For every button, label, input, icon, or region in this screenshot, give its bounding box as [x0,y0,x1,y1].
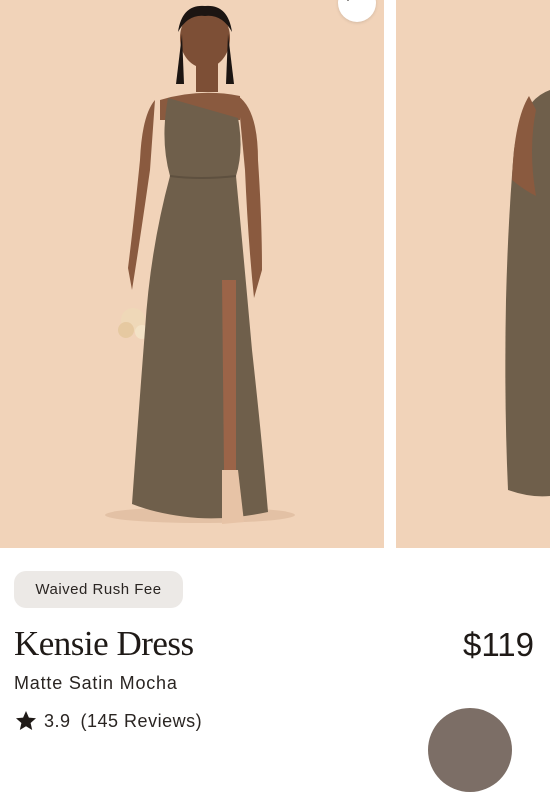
product-image-gallery[interactable] [0,0,550,548]
star-icon [16,711,36,730]
status-badge: Waived Rush Fee [14,571,183,608]
product-title: Kensie Dress [14,624,194,663]
heart-icon [347,0,349,1]
color-swatch[interactable] [428,708,512,792]
rating[interactable]: 3.9 (145 Reviews) [14,709,202,733]
product-variant: Matte Satin Mocha [14,673,178,693]
product-image-main[interactable] [0,0,384,548]
rating-score: 3.9 [44,710,71,731]
product-image-secondary[interactable] [396,0,550,548]
product-price: $119 [463,626,534,663]
review-count-link[interactable]: (145 Reviews) [81,711,203,732]
